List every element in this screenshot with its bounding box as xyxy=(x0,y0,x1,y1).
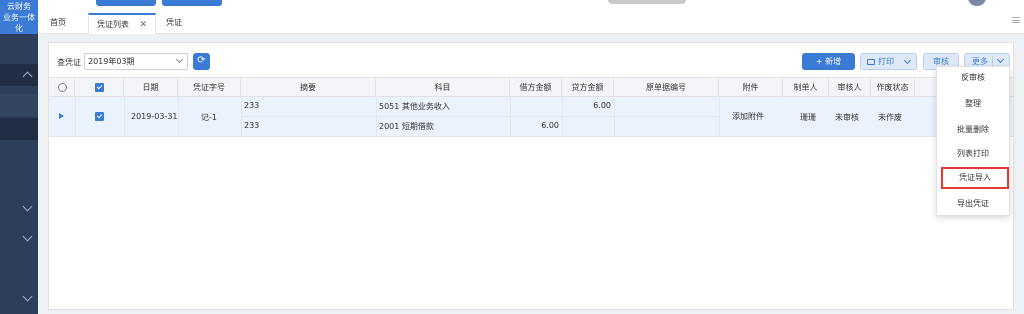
column-header-void-status[interactable]: 作废状态 xyxy=(871,78,915,97)
column-header-auditor[interactable]: 审核人 xyxy=(829,78,871,97)
line-summary: 233 xyxy=(244,101,260,110)
tab-voucher[interactable]: 凭证 xyxy=(158,13,190,34)
menu-item-voucher-import[interactable]: 凭证导入 xyxy=(941,167,1009,189)
row-voucher-no[interactable]: 记-1 xyxy=(201,112,217,123)
column-settings[interactable] xyxy=(49,78,75,97)
expand-icon[interactable] xyxy=(59,113,64,119)
menu-item-export-voucher[interactable]: 导出凭证 xyxy=(937,193,1009,215)
row-maker: 珊珊 xyxy=(800,113,816,122)
column-header-attachment[interactable]: 附件 xyxy=(719,78,783,97)
tab-voucher-label: 凭证 xyxy=(166,18,182,27)
print-button[interactable]: 打印 xyxy=(860,53,917,70)
chevron-down-icon xyxy=(22,231,33,242)
select-all-checkbox[interactable] xyxy=(95,83,104,92)
tab-voucher-list-label: 凭证列表 xyxy=(97,20,129,29)
sidebar: 云财务 业务一体化 xyxy=(0,0,38,314)
chevron-down-icon xyxy=(22,201,33,212)
line-account: 2001 短期借款 xyxy=(379,122,434,131)
brand-title: 云财务 xyxy=(7,2,31,11)
refresh-button[interactable]: ⟳ xyxy=(193,53,210,70)
row-date: 2019-03-31 xyxy=(131,112,178,121)
sidebar-item-group-4[interactable] xyxy=(0,287,38,309)
menu-item-unaudit[interactable]: 反审核 xyxy=(937,67,1009,89)
column-header-source-doc[interactable]: 原单据编号 xyxy=(614,78,719,97)
menu-item-organize[interactable]: 整理 xyxy=(937,93,1009,115)
header-decoration xyxy=(608,0,686,4)
print-label: 打印 xyxy=(878,57,894,66)
line-credit: 6.00 xyxy=(593,101,611,110)
column-header-voucher-no[interactable]: 凭证字号 xyxy=(178,78,241,97)
column-header-summary[interactable]: 摘要 xyxy=(241,78,376,97)
column-header-debit[interactable]: 借方金额 xyxy=(510,78,562,97)
tab-home[interactable]: 首页 xyxy=(42,13,74,34)
main-content: 查凭证 2019年03期 ⟳ + 新增 打印 审核 更多 日期 凭证字号 摘要 … xyxy=(38,34,1024,314)
chevron-down-icon xyxy=(175,55,184,64)
line-debit: 6.00 xyxy=(541,121,559,130)
menu-icon[interactable] xyxy=(1012,17,1020,23)
tab-voucher-list[interactable]: 凭证列表 ✕ xyxy=(88,13,157,34)
row-auditor: 未审核 xyxy=(835,113,859,122)
chevron-down-icon xyxy=(903,56,912,65)
chevron-down-icon xyxy=(996,55,1005,64)
voucher-panel: 查凭证 2019年03期 ⟳ + 新增 打印 审核 更多 日期 凭证字号 摘要 … xyxy=(48,42,1014,310)
row-checkbox[interactable] xyxy=(95,112,104,121)
avatar[interactable] xyxy=(968,0,986,6)
top-header xyxy=(38,0,1024,8)
sidebar-item-voucher-group[interactable] xyxy=(0,64,38,86)
column-header-maker[interactable]: 制单人 xyxy=(783,78,829,97)
line-account: 5051 其他业务收入 xyxy=(379,102,450,111)
select-all-cell[interactable] xyxy=(75,78,124,97)
gear-icon xyxy=(58,83,67,92)
tab-home-label: 首页 xyxy=(50,18,66,27)
query-label: 查凭证 xyxy=(57,58,81,67)
menu-item-list-print[interactable]: 列表打印 xyxy=(937,143,1009,165)
chevron-up-icon xyxy=(22,71,33,82)
sidebar-item-group-2[interactable] xyxy=(0,197,38,219)
line-summary: 233 xyxy=(244,121,260,130)
tab-bar: 首页 凭证列表 ✕ 凭证 xyxy=(38,8,1024,34)
period-select[interactable]: 2019年03期 xyxy=(84,53,188,70)
printer-icon xyxy=(867,59,875,65)
header-button-1[interactable] xyxy=(96,0,156,6)
menu-item-batch-delete[interactable]: 批量删除 xyxy=(937,119,1009,141)
header-button-2[interactable] xyxy=(162,0,222,6)
add-voucher-button[interactable]: + 新增 xyxy=(802,53,855,70)
table-row[interactable]: 2019-03-31 记-1 233 5051 其他业务收入 6.00 233 … xyxy=(49,97,1013,137)
brand-subtitle: 业务一体化 xyxy=(3,13,35,33)
more-label: 更多 xyxy=(972,57,988,66)
row-void-status: 未作废 xyxy=(878,113,902,122)
brand-logo: 云财务 业务一体化 xyxy=(0,0,38,34)
more-dropdown-menu: 反审核 整理 批量删除 列表打印 凭证导入 导出凭证 xyxy=(936,66,1010,216)
period-value: 2019年03期 xyxy=(88,57,135,66)
column-header-credit[interactable]: 贷方金额 xyxy=(562,78,614,97)
sidebar-subitem-voucher-list[interactable] xyxy=(0,118,38,140)
chevron-down-icon xyxy=(22,291,33,302)
column-header-account[interactable]: 科目 xyxy=(376,78,510,97)
add-attachment-link[interactable]: 添加附件 xyxy=(732,111,764,122)
refresh-icon: ⟳ xyxy=(197,55,206,66)
sidebar-subitem-1[interactable] xyxy=(0,94,38,116)
sidebar-item-group-3[interactable] xyxy=(0,227,38,249)
close-icon[interactable]: ✕ xyxy=(140,20,148,30)
column-header-date[interactable]: 日期 xyxy=(124,78,178,97)
table-header: 日期 凭证字号 摘要 科目 借方金额 贷方金额 原单据编号 附件 制单人 审核人… xyxy=(49,77,1013,97)
